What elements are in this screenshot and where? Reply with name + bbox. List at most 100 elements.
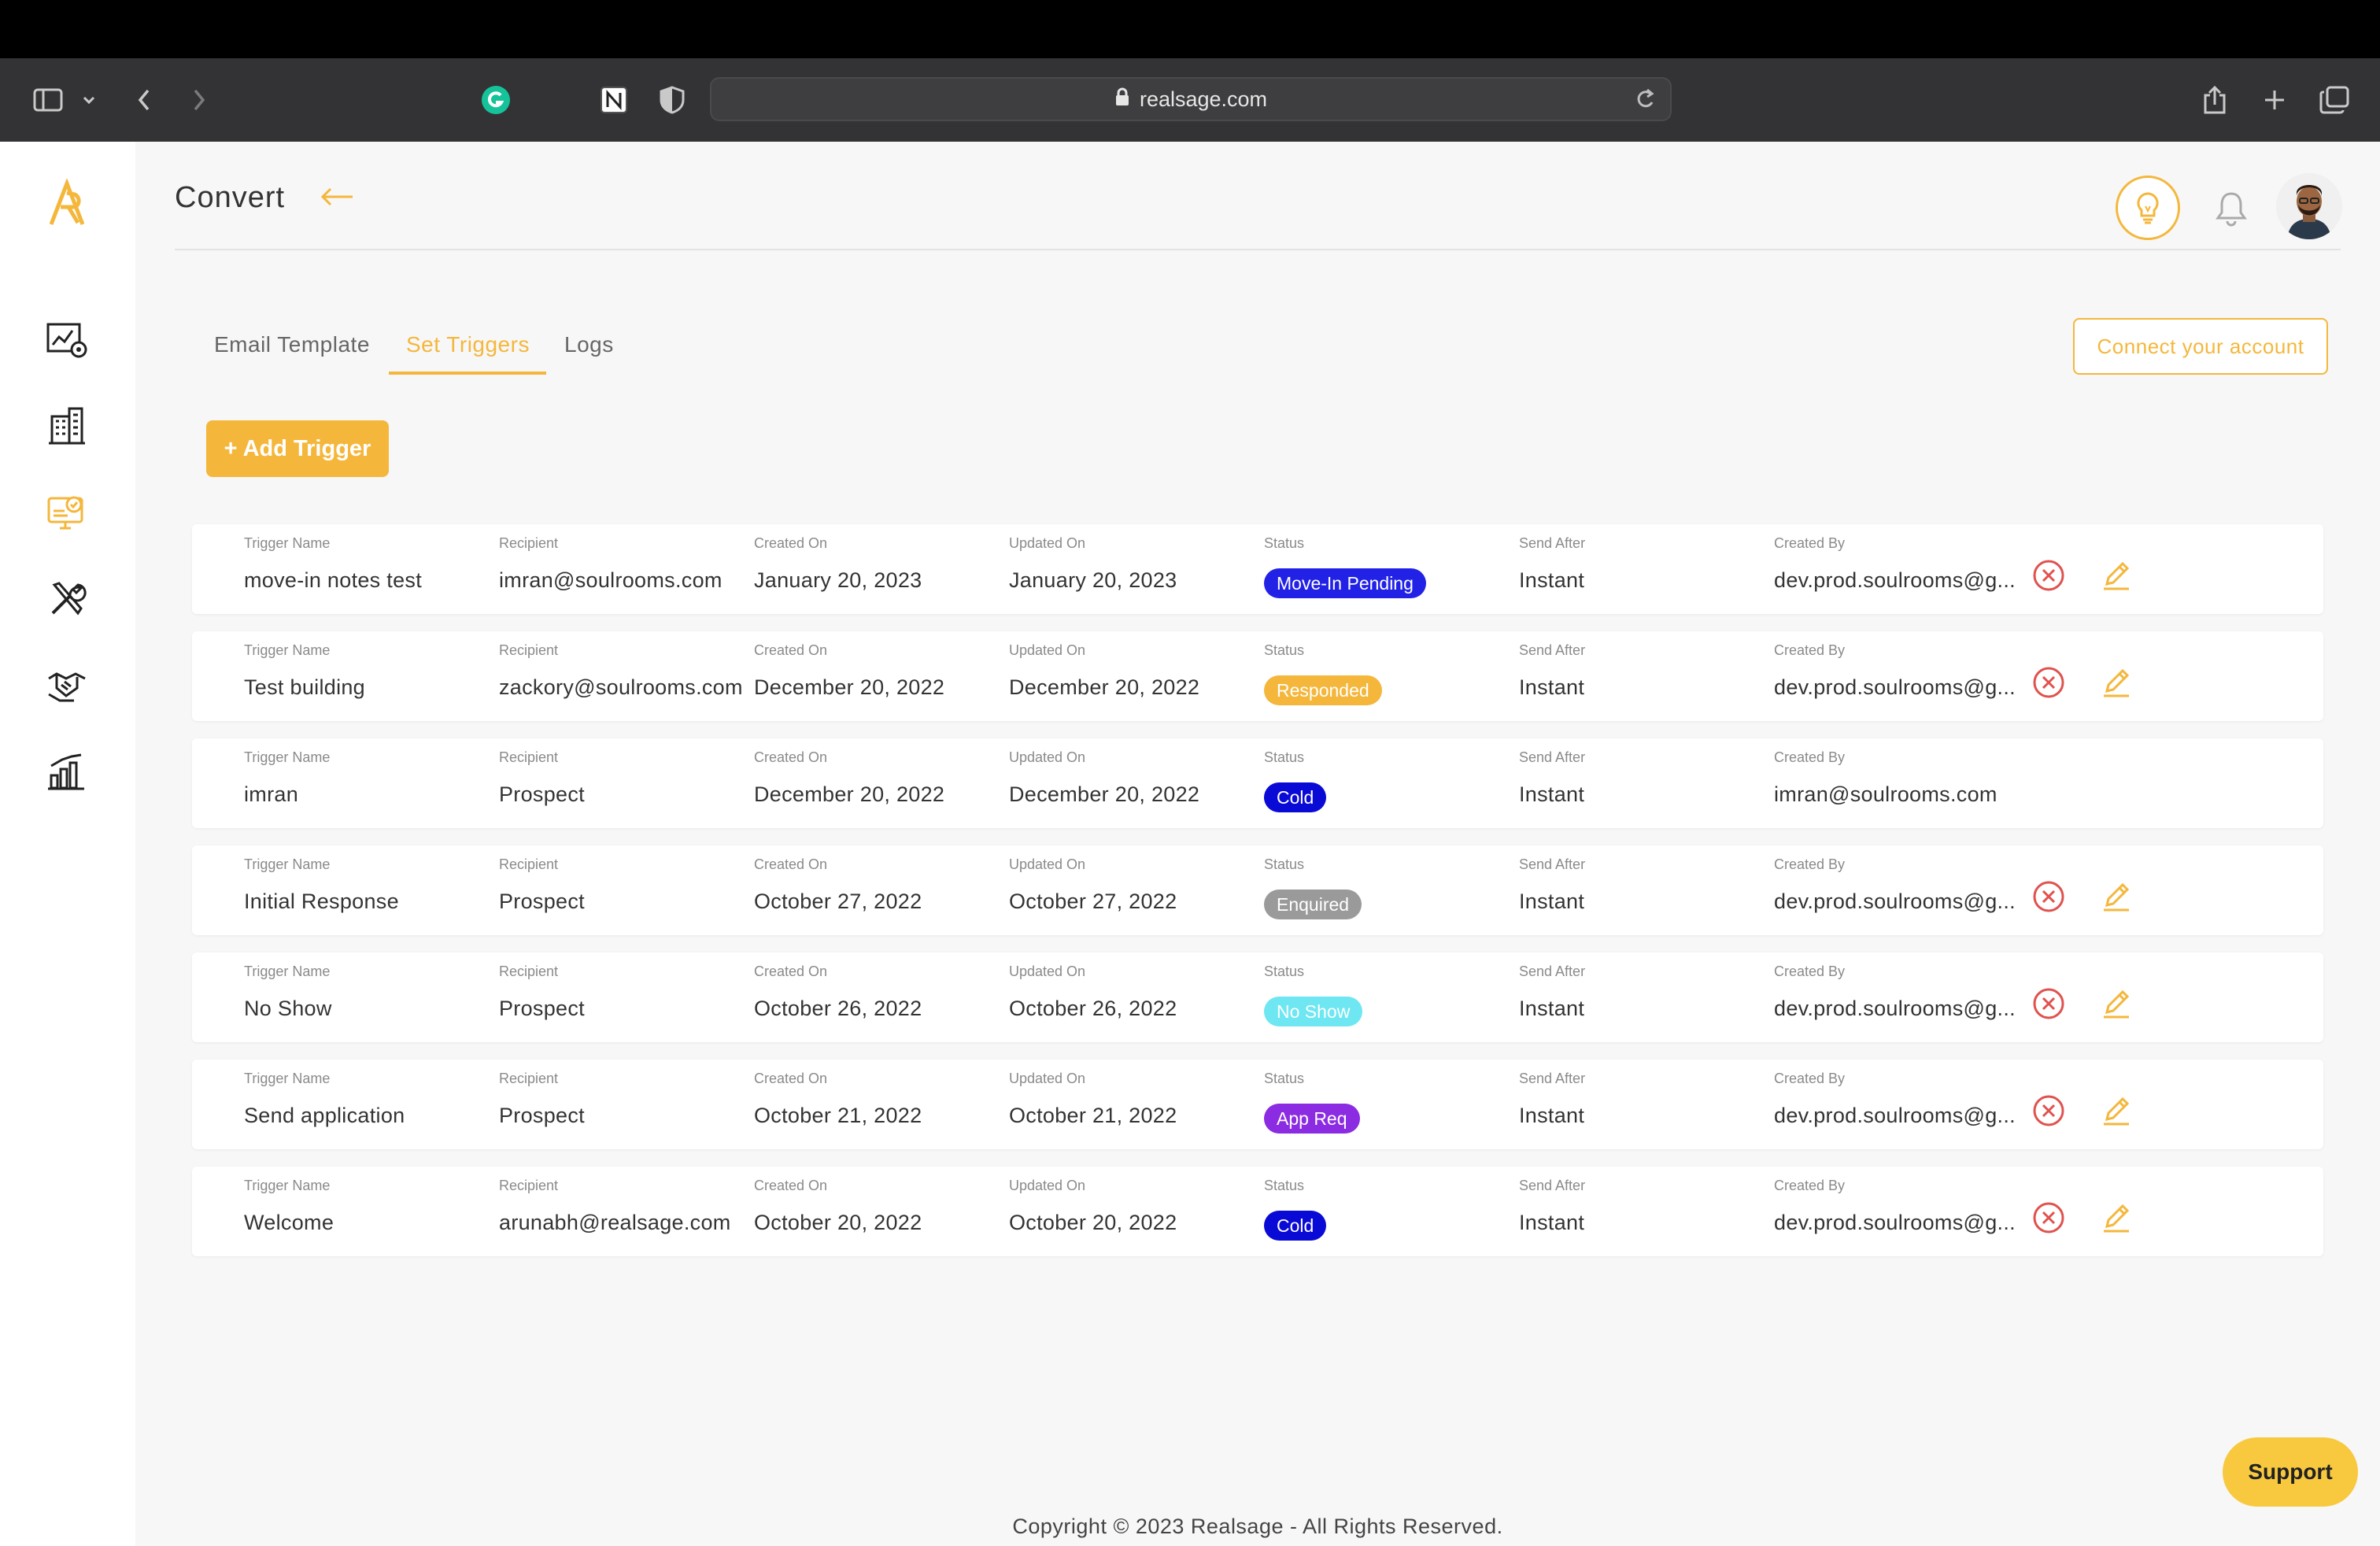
- cell-recipient: Prospect: [499, 782, 585, 807]
- tab-logs[interactable]: Logs: [564, 332, 614, 357]
- bell-icon: [2215, 190, 2248, 227]
- column-label-name: Trigger Name: [244, 1178, 330, 1194]
- column-label-status: Status: [1264, 535, 1304, 552]
- realsage-logo[interactable]: [39, 176, 94, 231]
- column-label-recipient: Recipient: [499, 749, 558, 766]
- cell-created-by: dev.prod.soulrooms@g...: [1774, 997, 2016, 1021]
- cell-name: Send application: [244, 1104, 405, 1128]
- table-row[interactable]: Trigger NameInitial ResponseRecipientPro…: [192, 845, 2323, 935]
- handshake-icon[interactable]: [39, 658, 94, 713]
- convert-icon[interactable]: [39, 485, 94, 540]
- avatar[interactable]: [2276, 173, 2342, 239]
- cell-created: October 20, 2022: [754, 1211, 922, 1235]
- table-row[interactable]: Trigger NameimranRecipientProspectCreate…: [192, 738, 2323, 828]
- edit-icon[interactable]: [2097, 984, 2136, 1023]
- new-tab-icon[interactable]: [2257, 58, 2292, 142]
- column-label-recipient: Recipient: [499, 1071, 558, 1087]
- cell-created: January 20, 2023: [754, 568, 922, 593]
- tips-button[interactable]: [2116, 176, 2180, 240]
- table-row[interactable]: Trigger NameNo ShowRecipientProspectCrea…: [192, 952, 2323, 1042]
- sidebar-toggle-icon[interactable]: [28, 58, 68, 142]
- cell-updated: October 21, 2022: [1009, 1104, 1177, 1128]
- column-label-created-by: Created By: [1774, 963, 1845, 980]
- cell-updated: October 20, 2022: [1009, 1211, 1177, 1235]
- cell-recipient: Prospect: [499, 890, 585, 914]
- column-label-send-after: Send After: [1519, 1178, 1585, 1194]
- cell-recipient: Prospect: [499, 1104, 585, 1128]
- column-label-status: Status: [1264, 963, 1304, 980]
- tab-email-template[interactable]: Email Template: [214, 332, 370, 357]
- edit-icon[interactable]: [2097, 663, 2136, 702]
- notion-icon[interactable]: [597, 58, 631, 142]
- table-row[interactable]: Trigger Namemove-in notes testRecipienti…: [192, 524, 2323, 614]
- delete-icon[interactable]: [2029, 663, 2068, 702]
- column-label-created: Created On: [754, 1178, 827, 1194]
- tools-icon[interactable]: [39, 571, 94, 627]
- notifications-button[interactable]: [2210, 187, 2252, 230]
- delete-icon[interactable]: [2029, 1091, 2068, 1130]
- cell-created: October 21, 2022: [754, 1104, 922, 1128]
- status-badge: Move-In Pending: [1264, 568, 1426, 598]
- cell-updated: October 26, 2022: [1009, 997, 1177, 1021]
- edit-icon[interactable]: [2097, 1198, 2136, 1237]
- cell-send-after: Instant: [1519, 890, 1584, 914]
- buildings-icon[interactable]: [39, 398, 94, 453]
- column-label-name: Trigger Name: [244, 642, 330, 659]
- main-content: Convert Email Template Set Triggers Logs…: [135, 142, 2380, 1546]
- support-button[interactable]: Support: [2223, 1437, 2358, 1507]
- delete-icon[interactable]: [2029, 556, 2068, 595]
- connect-account-button[interactable]: Connect your account: [2073, 318, 2328, 375]
- shield-icon[interactable]: [655, 58, 689, 142]
- cell-updated: December 20, 2022: [1009, 782, 1199, 807]
- share-icon[interactable]: [2197, 58, 2232, 142]
- table-row[interactable]: Trigger NameWelcomeRecipientarunabh@real…: [192, 1167, 2323, 1256]
- column-label-created-by: Created By: [1774, 642, 1845, 659]
- column-label-send-after: Send After: [1519, 963, 1585, 980]
- column-label-created-by: Created By: [1774, 856, 1845, 873]
- column-label-created-by: Created By: [1774, 535, 1845, 552]
- column-label-name: Trigger Name: [244, 856, 330, 873]
- back-arrow-icon[interactable]: [318, 181, 356, 216]
- status-badge: Enquired: [1264, 890, 1362, 919]
- forward-icon[interactable]: [187, 58, 211, 142]
- dashboard-icon[interactable]: [39, 312, 94, 367]
- cell-send-after: Instant: [1519, 675, 1584, 700]
- chevron-down-icon[interactable]: [77, 58, 101, 142]
- column-label-name: Trigger Name: [244, 963, 330, 980]
- tab-set-triggers[interactable]: Set Triggers: [406, 332, 530, 357]
- active-tab-indicator: [389, 372, 546, 375]
- delete-icon[interactable]: [2029, 877, 2068, 916]
- cell-created-by: dev.prod.soulrooms@g...: [1774, 890, 2016, 914]
- copyright-text: Copyright © 2023 Realsage - All Rights R…: [135, 1515, 2380, 1539]
- cell-recipient: Prospect: [499, 997, 585, 1021]
- address-bar[interactable]: realsage.com: [710, 77, 1672, 121]
- status-badge: Responded: [1264, 675, 1382, 705]
- cell-created-by: dev.prod.soulrooms@g...: [1774, 568, 2016, 593]
- back-icon[interactable]: [132, 58, 156, 142]
- cell-name: No Show: [244, 997, 332, 1021]
- edit-icon[interactable]: [2097, 556, 2136, 595]
- column-label-created: Created On: [754, 749, 827, 766]
- column-label-status: Status: [1264, 749, 1304, 766]
- triggers-list: Trigger Namemove-in notes testRecipienti…: [192, 524, 2323, 1274]
- delete-icon[interactable]: [2029, 1198, 2068, 1237]
- edit-icon[interactable]: [2097, 877, 2136, 916]
- cell-created-by: imran@soulrooms.com: [1774, 782, 1998, 807]
- column-label-updated: Updated On: [1009, 642, 1085, 659]
- table-row[interactable]: Trigger NameTest buildingRecipientzackor…: [192, 631, 2323, 721]
- edit-icon[interactable]: [2097, 1091, 2136, 1130]
- table-row[interactable]: Trigger Name Send application Recipient Pro…: [192, 1060, 2323, 1149]
- cell-name: Welcome: [244, 1211, 334, 1235]
- add-trigger-button[interactable]: + Add Trigger: [206, 420, 389, 477]
- tab-overview-icon[interactable]: [2317, 58, 2352, 142]
- cell-created: December 20, 2022: [754, 675, 944, 700]
- cell-updated: January 20, 2023: [1009, 568, 1177, 593]
- grammarly-icon[interactable]: [479, 58, 513, 142]
- reports-icon[interactable]: [39, 745, 94, 800]
- column-label-send-after: Send After: [1519, 642, 1585, 659]
- cell-updated: October 27, 2022: [1009, 890, 1177, 914]
- column-label-name: Trigger Name: [244, 1071, 330, 1087]
- delete-icon[interactable]: [2029, 984, 2068, 1023]
- column-label-status: Status: [1264, 1071, 1304, 1087]
- reload-icon[interactable]: [1634, 87, 1656, 117]
